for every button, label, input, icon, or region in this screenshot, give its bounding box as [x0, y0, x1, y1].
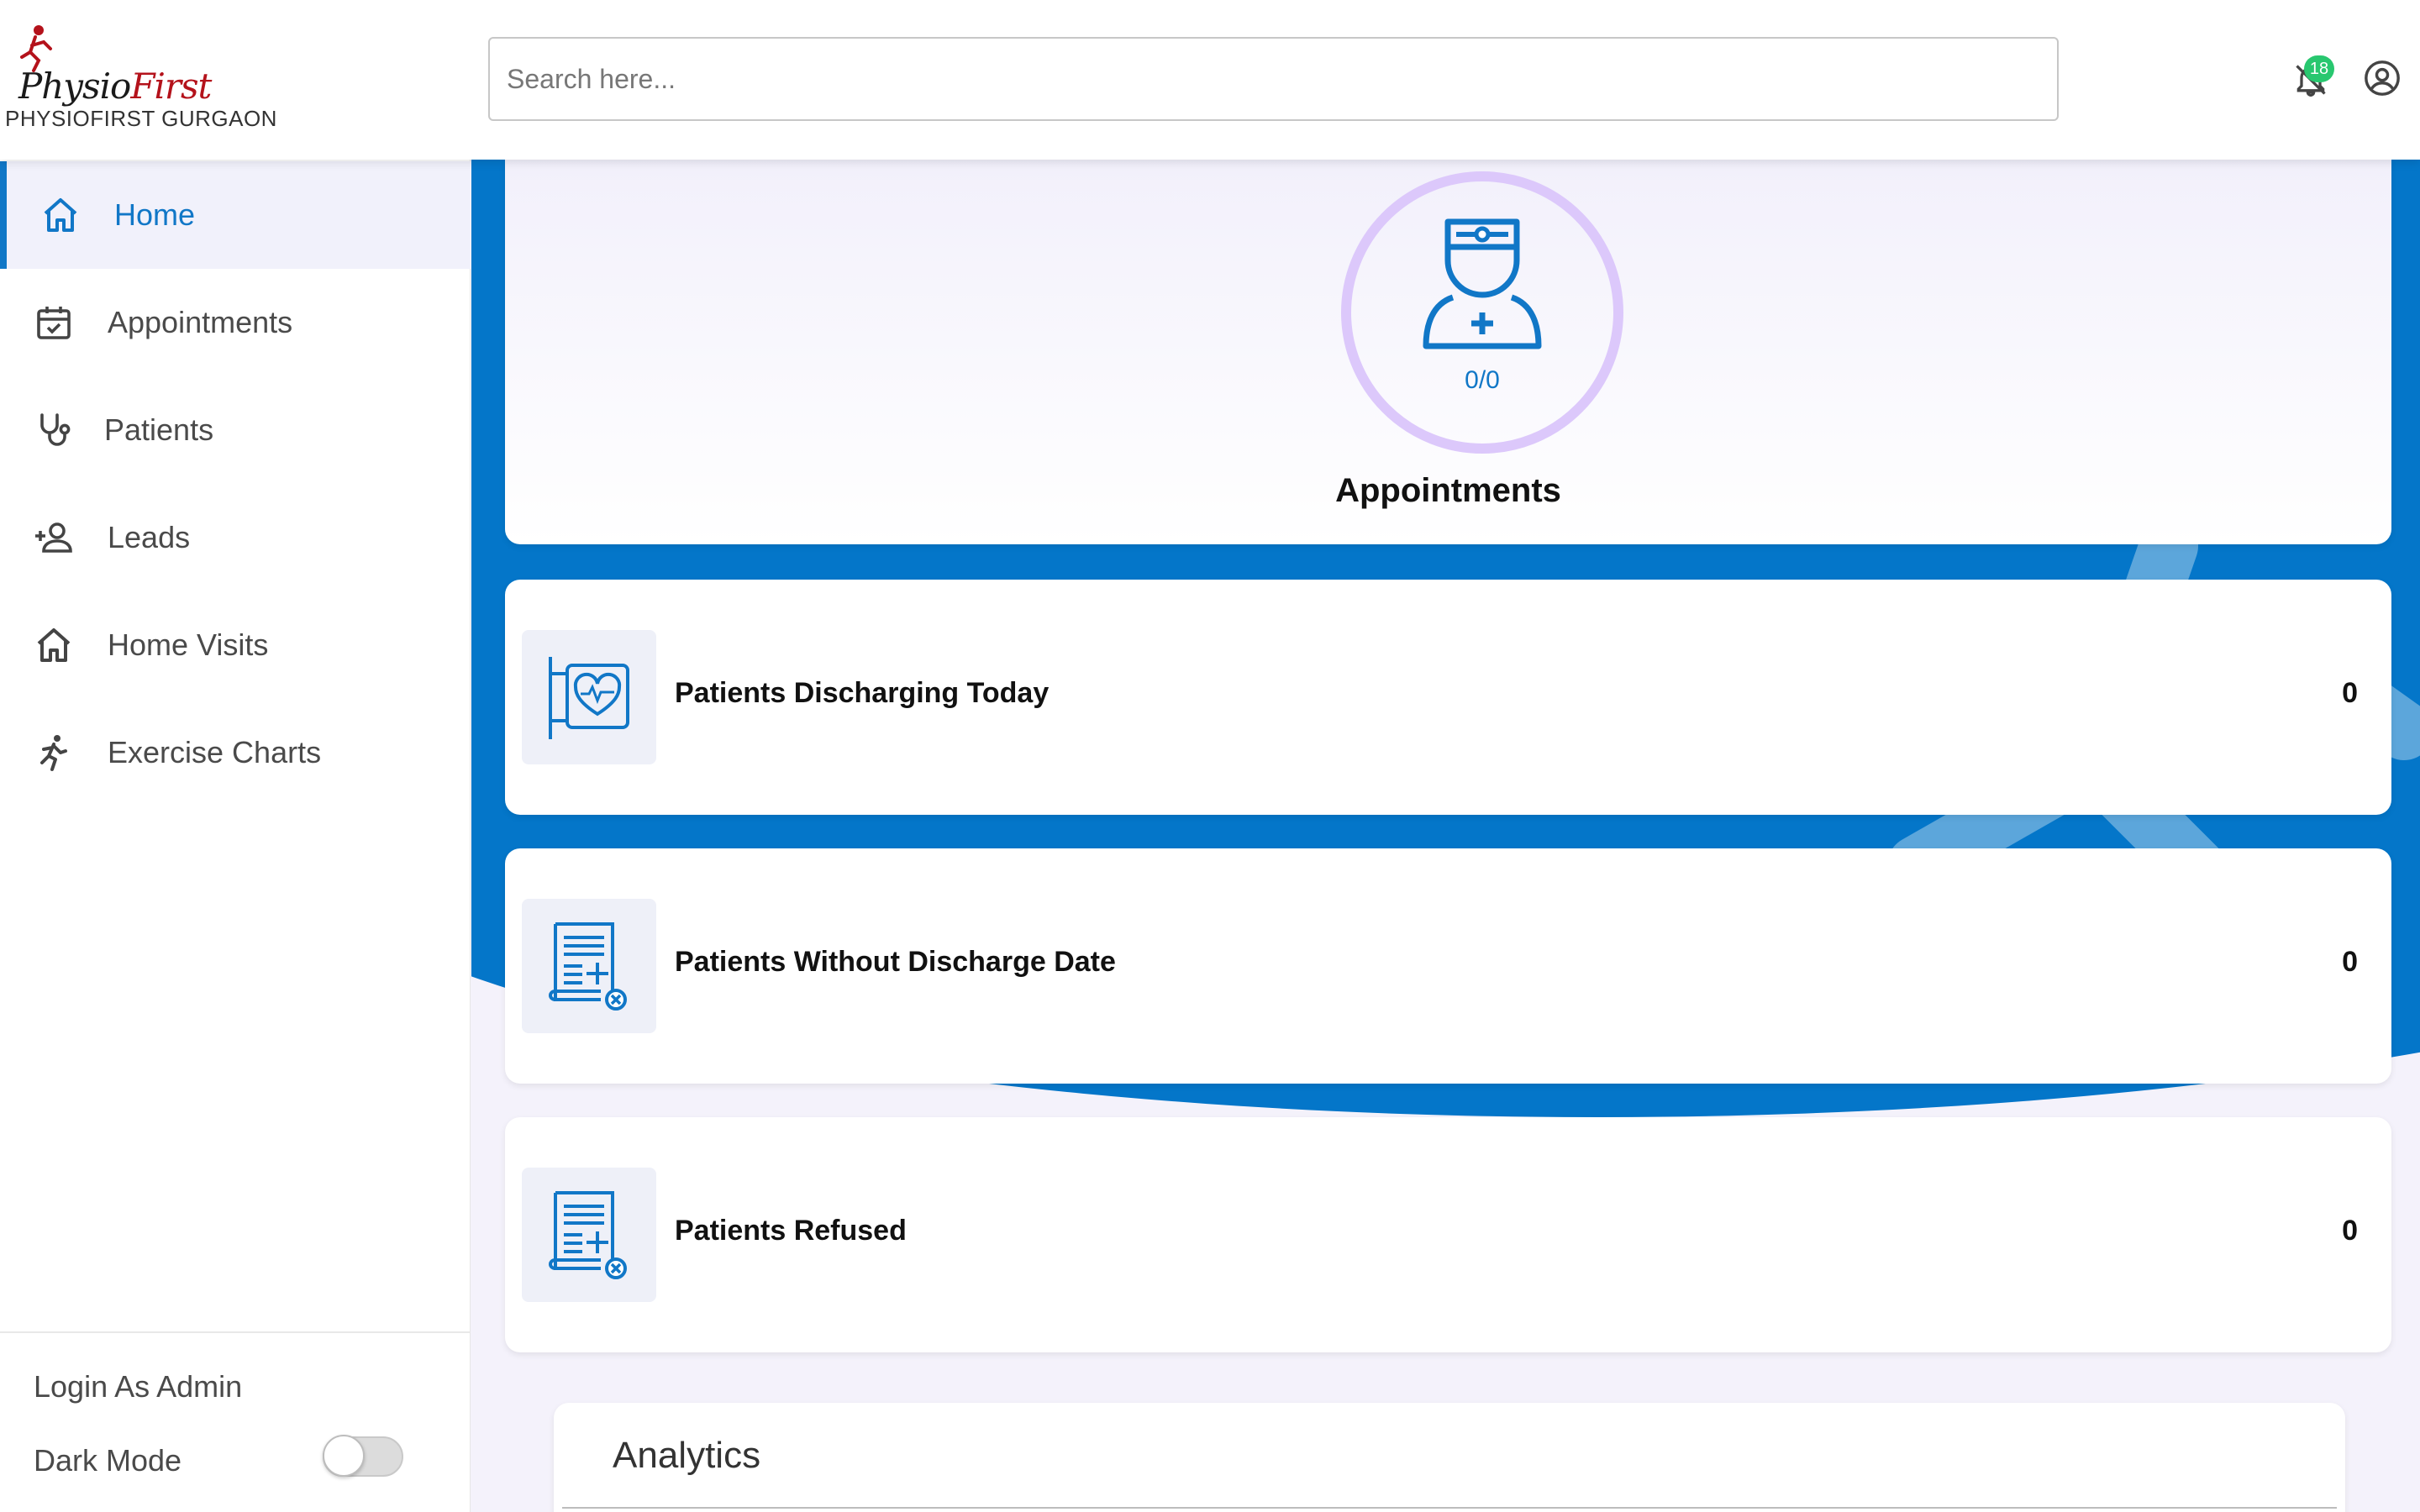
toggle-knob — [323, 1435, 365, 1477]
sidebar-item-label: Appointments — [108, 305, 293, 339]
stat-value: 0 — [2342, 1215, 2358, 1247]
stat-value: 0 — [2342, 677, 2358, 709]
running-person-icon — [40, 735, 67, 771]
sidebar-item-label: Home Visits — [108, 627, 269, 662]
sidebar-item-patients[interactable]: Patients — [0, 376, 471, 484]
sidebar-item-appointments[interactable]: Appointments — [0, 269, 471, 376]
sidebar-item-label: Patients — [104, 412, 214, 447]
sidebar-item-label: Leads — [108, 520, 191, 554]
user-account-icon[interactable] — [2363, 59, 2402, 97]
stat-card-patients-refused[interactable]: Patients Refused 0 — [505, 1117, 2391, 1352]
sidebar-item-home-visits[interactable]: Home Visits — [0, 591, 471, 699]
sidebar-divider — [0, 1331, 471, 1333]
stat-icon-box — [522, 899, 656, 1033]
document-cancel-icon — [549, 1191, 627, 1279]
login-as-admin-link[interactable]: Login As Admin — [34, 1369, 242, 1404]
document-cancel-icon — [549, 922, 627, 1011]
stat-card-discharging-today[interactable]: Patients Discharging Today 0 — [505, 580, 2391, 815]
analytics-card: Analytics — [554, 1403, 2345, 1512]
organization-name: PHYSIOFIRST GURGAON — [5, 106, 277, 131]
appointments-card[interactable]: 0/0 Appointments — [505, 160, 2391, 544]
notification-count-badge: 18 — [2304, 55, 2334, 82]
main-content: 0/0 Appointments Patients Discharging To… — [471, 160, 2420, 1512]
sidebar-item-home[interactable]: Home — [0, 161, 471, 269]
dark-mode-label: Dark Mode — [34, 1443, 182, 1478]
calendar-check-icon — [37, 307, 71, 339]
appointments-count: 0/0 — [1465, 366, 1500, 394]
home-icon — [44, 198, 77, 232]
sidebar-item-exercise-charts[interactable]: Exercise Charts — [0, 699, 471, 806]
doctor-icon — [1423, 218, 1542, 349]
dark-mode-toggle[interactable] — [323, 1435, 403, 1477]
top-header: PhysioFirst PHYSIOFIRST GURGAON 18 — [0, 0, 2420, 160]
appointments-title: Appointments — [1335, 472, 1561, 509]
sidebar: Home Appointments Patients Leads Home Vi… — [0, 160, 471, 1512]
stat-icon-box — [522, 1168, 656, 1302]
sidebar-item-label: Exercise Charts — [108, 735, 322, 769]
physiofirst-logo[interactable]: PhysioFirst — [7, 24, 212, 107]
stat-label: Patients Without Discharge Date — [675, 946, 1116, 978]
stat-value: 0 — [2342, 946, 2358, 978]
add-user-icon — [35, 522, 72, 553]
stat-icon-box — [522, 630, 656, 764]
logo-text: PhysioFirst — [18, 66, 212, 107]
analytics-divider — [562, 1507, 2337, 1509]
search-input[interactable] — [488, 37, 2059, 121]
stat-label: Patients Refused — [675, 1215, 907, 1247]
sidebar-item-leads[interactable]: Leads — [0, 484, 471, 591]
stat-label: Patients Discharging Today — [675, 677, 1050, 709]
heart-monitor-icon — [549, 657, 629, 739]
stethoscope-icon — [40, 413, 71, 446]
home-icon — [37, 628, 71, 662]
stat-card-without-discharge-date[interactable]: Patients Without Discharge Date 0 — [505, 848, 2391, 1084]
sidebar-item-label: Home — [114, 197, 196, 232]
analytics-title: Analytics — [613, 1435, 761, 1476]
